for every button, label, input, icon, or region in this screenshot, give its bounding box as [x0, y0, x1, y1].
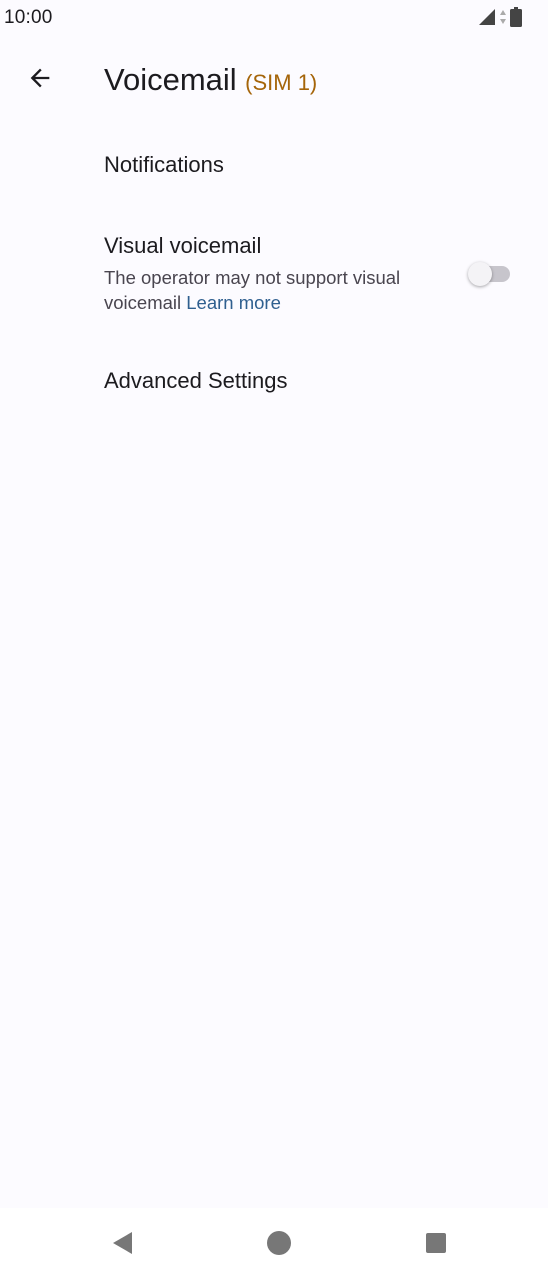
- sim-label: (SIM 1): [245, 70, 318, 95]
- page-title: Voicemail: [104, 62, 237, 97]
- app-bar: Voicemail (SIM 1): [0, 50, 548, 110]
- battery-icon: [510, 7, 522, 32]
- title-wrap: Voicemail (SIM 1): [104, 62, 317, 98]
- status-bar: 10:00: [0, 0, 548, 36]
- back-button[interactable]: [20, 60, 60, 100]
- advanced-settings-title: Advanced Settings: [104, 368, 288, 393]
- data-arrows-icon: [500, 9, 506, 30]
- navigation-bar: [0, 1208, 548, 1278]
- recents-square-icon: [425, 1232, 447, 1259]
- notifications-title: Notifications: [104, 152, 224, 177]
- visual-voicemail-toggle[interactable]: [466, 262, 512, 286]
- notifications-item[interactable]: Notifications: [104, 152, 524, 178]
- visual-voicemail-title: Visual voicemail: [104, 233, 262, 258]
- status-time: 10:00: [4, 7, 53, 28]
- signal-icon: [478, 8, 496, 31]
- back-triangle-icon: [110, 1230, 134, 1261]
- advanced-settings-item[interactable]: Advanced Settings: [104, 368, 524, 394]
- visual-voicemail-item[interactable]: Visual voicemail The operator may not su…: [104, 233, 524, 315]
- voicemail-settings-screen: 10:00 Voicemail (SIM 1) Notifications Vi…: [0, 0, 548, 1278]
- visual-voicemail-summary: The operator may not support visual voic…: [104, 265, 444, 315]
- toggle-thumb: [468, 262, 492, 286]
- nav-recents-button[interactable]: [421, 1230, 451, 1260]
- home-circle-icon: [266, 1230, 292, 1261]
- nav-back-button[interactable]: [107, 1230, 137, 1260]
- learn-more-link[interactable]: Learn more: [186, 292, 281, 313]
- nav-home-button[interactable]: [264, 1230, 294, 1260]
- arrow-back-icon: [26, 64, 54, 97]
- status-icons: [478, 7, 522, 32]
